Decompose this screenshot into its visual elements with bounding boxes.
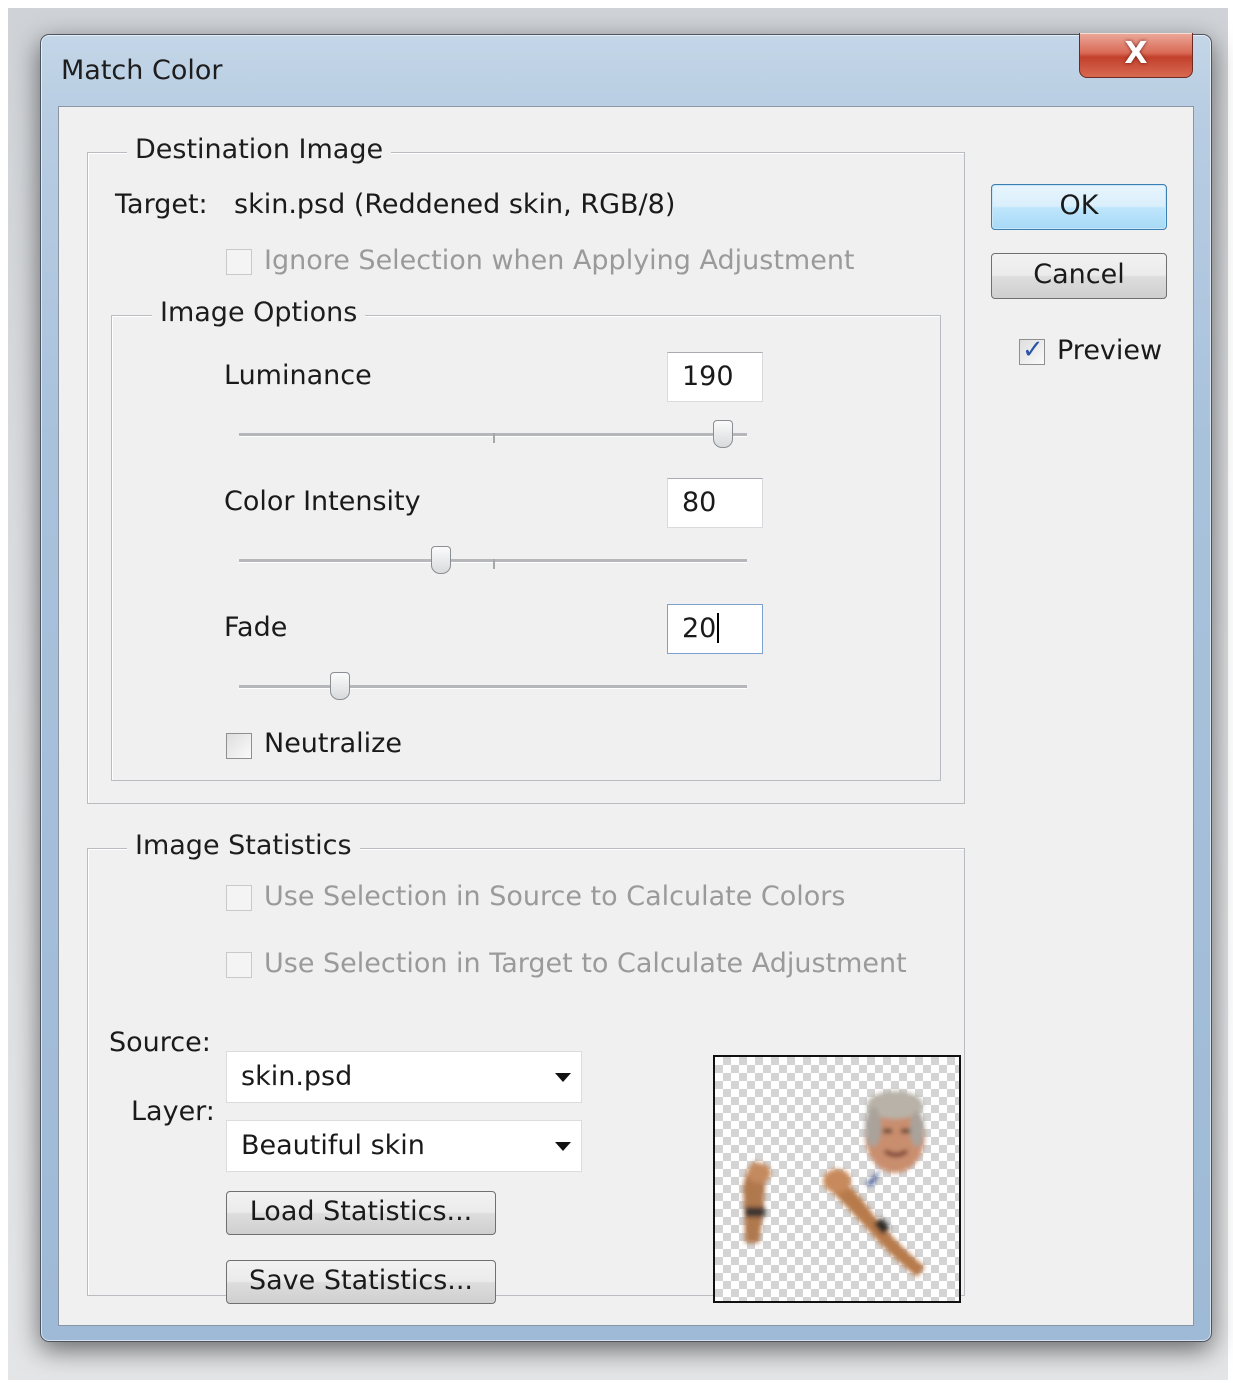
neutralize-checkbox[interactable] xyxy=(226,733,252,759)
neutralize-label: Neutralize xyxy=(264,728,402,759)
save-statistics-button[interactable]: Save Statistics... xyxy=(226,1260,496,1304)
luminance-slider-midpoint-tick xyxy=(493,433,495,443)
color-intensity-label: Color Intensity xyxy=(224,486,421,517)
fade-slider-track xyxy=(239,685,747,689)
skin-layer-thumbnail-image xyxy=(743,1091,925,1277)
dialog-title: Match Color xyxy=(61,55,223,86)
destination-image-legend: Destination Image xyxy=(127,134,392,165)
close-button[interactable]: X xyxy=(1079,33,1193,78)
close-icon: X xyxy=(1124,36,1148,71)
match-color-dialog: Match Color X Destination Image Target: … xyxy=(40,33,1212,1342)
preview-label: Preview xyxy=(1057,335,1163,366)
dialog-client-area: Destination Image Target: skin.psd (Redd… xyxy=(58,106,1194,1326)
fade-slider-thumb[interactable] xyxy=(330,672,350,700)
chevron-down-icon xyxy=(555,1142,571,1151)
color-intensity-slider-midpoint-tick xyxy=(493,559,495,569)
fade-input[interactable]: 20 xyxy=(667,604,763,654)
color-intensity-input[interactable]: 80 xyxy=(667,478,763,528)
source-select[interactable]: skin.psd xyxy=(226,1051,582,1103)
layer-label: Layer: xyxy=(131,1096,215,1127)
text-caret xyxy=(717,613,720,643)
checkmark-icon: ✓ xyxy=(1022,335,1044,365)
ignore-selection-label: Ignore Selection when Applying Adjustmen… xyxy=(264,245,855,276)
cancel-button[interactable]: Cancel xyxy=(991,253,1167,299)
image-options-legend: Image Options xyxy=(152,297,366,328)
image-statistics-legend: Image Statistics xyxy=(127,830,360,861)
ok-button[interactable]: OK xyxy=(991,184,1167,230)
color-intensity-slider-thumb[interactable] xyxy=(431,546,451,574)
source-label: Source: xyxy=(109,1027,211,1058)
target-label: Target: xyxy=(115,189,208,220)
use-target-selection-label: Use Selection in Target to Calculate Adj… xyxy=(264,948,907,979)
load-statistics-button[interactable]: Load Statistics... xyxy=(226,1191,496,1235)
luminance-label: Luminance xyxy=(224,360,372,391)
chevron-down-icon xyxy=(555,1073,571,1082)
luminance-input[interactable]: 190 xyxy=(667,352,763,402)
source-thumbnail xyxy=(713,1055,961,1303)
source-select-value: skin.psd xyxy=(241,1061,353,1092)
preview-checkbox[interactable]: ✓ xyxy=(1019,335,1045,365)
layer-select-value: Beautiful skin xyxy=(241,1130,425,1161)
use-source-selection-checkbox[interactable] xyxy=(226,885,252,911)
use-source-selection-label: Use Selection in Source to Calculate Col… xyxy=(264,881,846,912)
target-value: skin.psd (Reddened skin, RGB/8) xyxy=(234,189,676,220)
use-target-selection-checkbox[interactable] xyxy=(226,952,252,978)
fade-input-value: 20 xyxy=(682,613,717,644)
luminance-slider-thumb[interactable] xyxy=(713,420,733,448)
fade-label: Fade xyxy=(224,612,288,643)
layer-select[interactable]: Beautiful skin xyxy=(226,1120,582,1172)
ignore-selection-checkbox[interactable] xyxy=(226,249,252,275)
